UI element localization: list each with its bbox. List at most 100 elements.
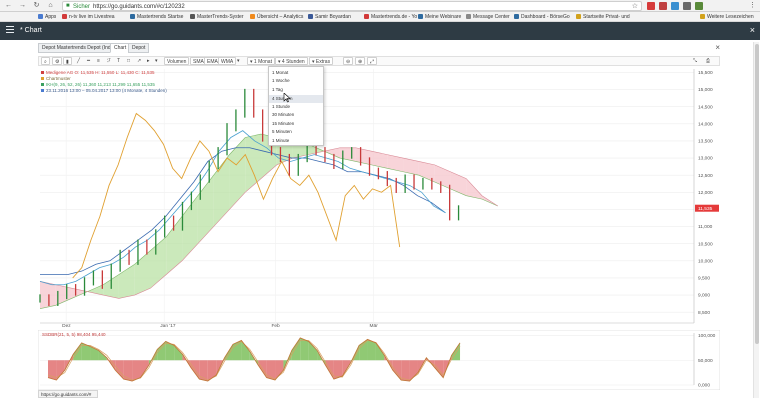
legend-text: Medigene AG O: 11,535 H: 11,550 L: 11,43… <box>46 70 155 75</box>
text-tool-icon[interactable]: T <box>115 57 122 65</box>
arrow-tool-icon[interactable]: ↗ <box>135 57 143 65</box>
extras-select-value: Extras <box>315 59 331 65</box>
legend-item: 23.11.2016 13:00 – 05.04.2017 13:00 (4 M… <box>41 88 167 94</box>
y-tick-label: 10,500 <box>698 241 713 247</box>
timeframe-option[interactable]: 5 Minuten <box>269 128 323 136</box>
bookmark-folder-other[interactable]: Weitere Lesezeichen <box>700 12 760 22</box>
y-tick-label: 10,000 <box>698 258 713 264</box>
extension-icon[interactable] <box>647 2 655 10</box>
timeframe-option-selected[interactable]: 4 Stunden <box>269 95 323 103</box>
y-tick-label: 14,000 <box>698 121 713 127</box>
extras-select[interactable]: ▾ Extras <box>309 57 334 65</box>
osc-y-tick-label: 50,000 <box>698 358 713 364</box>
timeframe-option[interactable]: 1 Woche <box>269 77 323 85</box>
shape-tool-icon[interactable]: □ <box>125 57 132 65</box>
bookmark-star-icon[interactable]: ☆ <box>632 2 638 10</box>
volume-button[interactable]: Volumen <box>164 57 190 65</box>
chart-legend: Medigene AG O: 11,535 H: 11,550 L: 11,43… <box>41 70 167 94</box>
timeframe-option[interactable]: 1 Minute <box>269 137 323 145</box>
x-tick-label: Feb <box>271 323 280 329</box>
period-select-value: 1 Monat <box>253 59 272 65</box>
tab-depot[interactable]: Depot <box>128 43 150 53</box>
close-icon[interactable]: × <box>750 25 755 35</box>
last-price-label: 11,535 <box>698 206 713 212</box>
y-tick-label: 11,000 <box>698 224 713 230</box>
zoom-out-icon[interactable]: ⊖ <box>343 57 354 65</box>
wma-button[interactable]: WMA <box>218 57 237 65</box>
bookmark-item[interactable]: Übersicht – Analytics <box>250 12 312 22</box>
draw-line-icon[interactable]: ╱ <box>75 57 82 65</box>
tab-depot-mastertrends[interactable]: Depot Mastertrends Depot (Ind) <box>38 43 117 53</box>
bookmark-item[interactable]: n-tv live im Livestrea <box>62 12 132 22</box>
reload-icon[interactable]: ↻ <box>32 1 41 10</box>
price-chart[interactable]: 15,500 15,000 14,500 14,000 13,500 13,000 12,5… <box>38 67 720 329</box>
x-tick-label: Jan '17 <box>160 323 176 329</box>
settings-icon[interactable]: ⚙ <box>52 57 63 65</box>
legend-text: IKH(9, 26, 52, 26) 11,360 11,213 11,299 … <box>46 82 155 87</box>
draw-horizontal-icon[interactable]: ━ <box>85 57 92 65</box>
interval-select[interactable]: ▾ 4 Stunden <box>275 57 308 65</box>
chart-toolbar: ⌕ ⚙ ▮ ╱ ━ ≡ ℱ T □ ↗ ▸ ▾ Volumen SMA EMA … <box>38 56 720 66</box>
cloud-bull-segment <box>229 137 246 210</box>
forward-icon[interactable]: → <box>18 1 27 10</box>
fullscreen-icon[interactable]: ⤢ <box>367 57 378 65</box>
extension-icon[interactable] <box>659 2 667 10</box>
extension-icon[interactable] <box>695 2 703 10</box>
bookmarks-bar: Apps n-tv live im Livestrea Mastertrends… <box>0 12 760 22</box>
timeframe-option[interactable]: 1 Monat <box>269 69 323 77</box>
timeframe-option[interactable]: 1 Stunde <box>269 103 323 111</box>
bookmark-item[interactable]: Apps <box>38 12 56 22</box>
cloud-bull-segment <box>213 154 230 227</box>
y-tick-label: 9,000 <box>698 293 710 299</box>
print-icon[interactable]: ⎙ <box>704 57 712 65</box>
hamburger-menu-icon[interactable] <box>6 26 14 35</box>
home-icon[interactable]: ⌂ <box>46 1 55 10</box>
fibonacci-icon[interactable]: ℱ <box>105 57 113 65</box>
timeframe-option[interactable]: 1 Tag <box>269 86 323 94</box>
x-tick-label: Dez <box>62 323 71 329</box>
extension-icon[interactable] <box>671 2 679 10</box>
browser-menu-icon[interactable]: ⋮ <box>748 1 757 10</box>
url-text[interactable]: https://go.guidants.com/#c/120232 <box>93 3 185 11</box>
cloud-bear-segment <box>371 151 388 169</box>
chevron-down-icon[interactable]: ▾ <box>153 57 160 65</box>
chevron-down-icon[interactable]: ▾ <box>235 57 242 65</box>
zoom-in-icon[interactable]: ⊕ <box>355 57 366 65</box>
chart-type-icon[interactable]: ▮ <box>63 57 72 65</box>
y-tick-label: 12,000 <box>698 190 713 196</box>
bookmark-item[interactable]: MasterTrends-Syster <box>190 12 254 22</box>
bookmark-item[interactable]: Startseite Privat- und <box>576 12 640 22</box>
bookmark-item[interactable]: Meine Webinare <box>418 12 464 22</box>
play-icon[interactable]: ▸ <box>145 57 152 65</box>
extension-icon[interactable] <box>683 2 691 10</box>
back-icon[interactable]: ← <box>4 1 13 10</box>
bookmark-item[interactable]: Message Center <box>466 12 516 22</box>
legend-text: Chartmuster <box>46 76 71 81</box>
period-select[interactable]: ▾ 1 Monat <box>247 57 275 65</box>
timeframe-option[interactable]: 15 Minuten <box>269 120 323 128</box>
osc-fill-down <box>401 360 410 382</box>
y-tick-label: 15,000 <box>698 87 713 93</box>
address-bar[interactable]: ■ Sicher https://go.guidants.com/#c/1202… <box>62 1 642 11</box>
oscillator-label: SSDBR(21, 5, 5) 98,404 95,440 <box>42 332 106 337</box>
y-tick-label: 12,500 <box>698 173 713 179</box>
page-title: * Chart <box>20 27 42 34</box>
panel-tabs: Depot Mastertrends Depot (Ind) Chart Dep… <box>38 43 720 53</box>
app-header: * Chart × <box>0 22 760 40</box>
legend-swatch <box>41 71 44 74</box>
search-icon[interactable]: ⌕ <box>41 57 50 65</box>
bookmark-item[interactable]: Dashboard - BörseGo <box>514 12 574 22</box>
panel-close-icon[interactable]: × <box>715 43 720 53</box>
timeframe-option[interactable]: 30 Minuten <box>269 111 323 119</box>
legend-text: 23.11.2016 13:00 – 05.04.2017 13:00 (4 M… <box>46 88 167 93</box>
bookmark-item[interactable]: Mastertrends.de - Yo <box>364 12 418 22</box>
lock-icon: ■ <box>66 3 70 9</box>
scrollbar[interactable] <box>753 42 759 398</box>
draw-channel-icon[interactable]: ≡ <box>95 57 102 65</box>
y-tick-label: 8,500 <box>698 310 710 316</box>
oscillator-chart[interactable]: 100,000 50,000 0,000 <box>38 330 720 390</box>
bookmark-item[interactable]: Mastertrends Startse <box>130 12 194 22</box>
bookmark-item[interactable]: Samir Boyardan <box>308 12 360 22</box>
expand-icon[interactable]: ⤡ <box>691 57 699 65</box>
scrollbar-thumb[interactable] <box>755 44 759 344</box>
